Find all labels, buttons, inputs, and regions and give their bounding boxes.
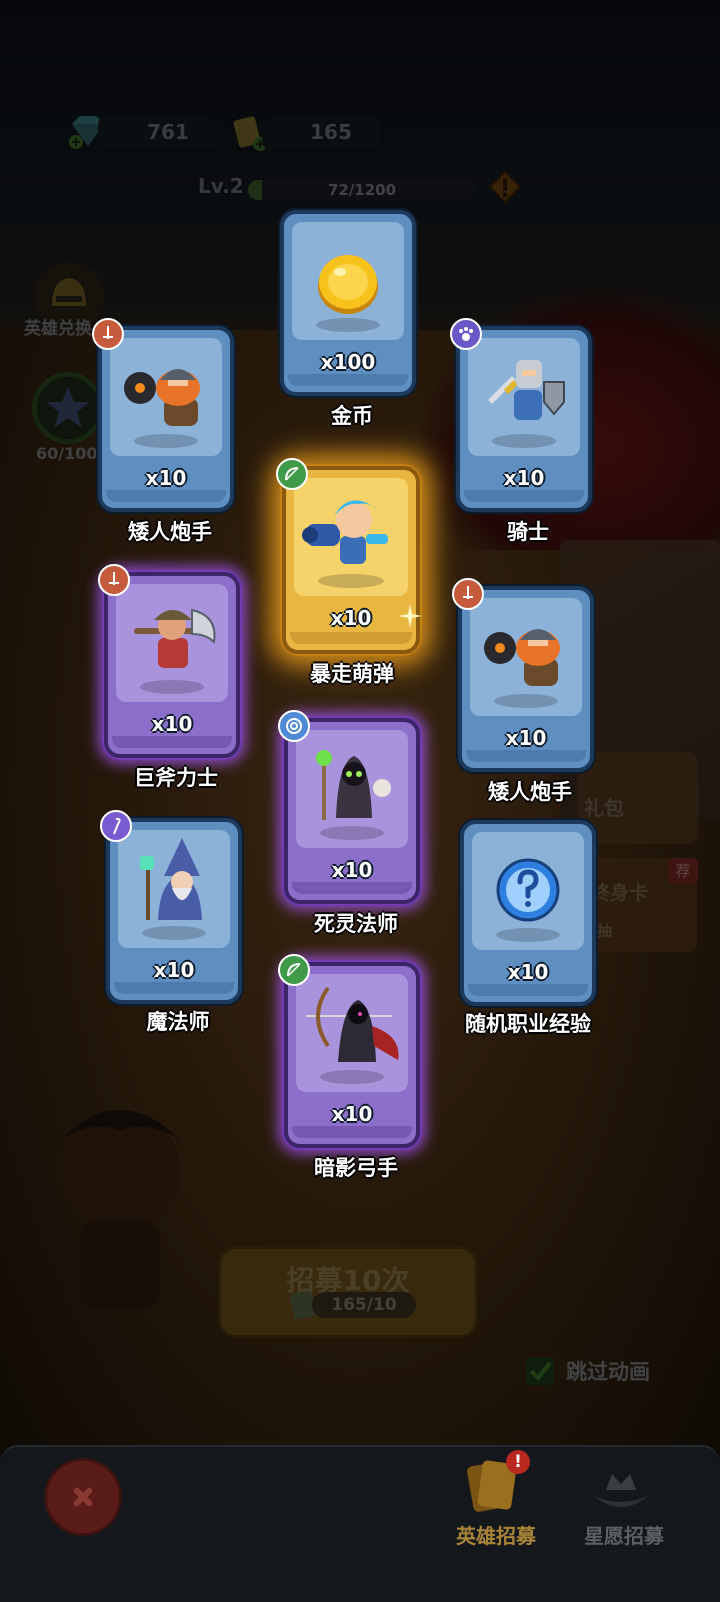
warrior-class-badge (452, 578, 484, 610)
notification-badge: ! (506, 1450, 530, 1474)
wizard-portrait (140, 838, 202, 920)
sword-icon (109, 572, 119, 585)
reward-card-gold-coin[interactable]: x100 (280, 210, 416, 396)
reward-card-axe-warrior[interactable]: x10 (98, 564, 240, 758)
warrior-class-badge (98, 564, 130, 596)
sparkle-icon (398, 604, 422, 628)
reward-quantity: x10 (503, 466, 545, 490)
reward-card-dwarf-gunner[interactable]: x10 (92, 318, 234, 512)
gold-coin-icon (318, 255, 378, 314)
reward-name: 金币 (331, 404, 373, 428)
cannon-girl-portrait (302, 500, 388, 564)
axe-warrior-portrait (134, 608, 216, 668)
reward-name: 暗影弓手 (314, 1156, 398, 1180)
tank-class-badge (450, 318, 482, 350)
support-class-badge (100, 810, 132, 842)
sword-icon (463, 586, 473, 599)
mage-class-badge (278, 710, 310, 742)
necromancer-portrait (316, 750, 391, 820)
bow-icon (287, 963, 301, 977)
reward-card-knight[interactable]: x10 (450, 318, 592, 512)
shadow-archer-portrait (306, 986, 399, 1062)
crown-wings-icon (594, 1474, 648, 1507)
reward-card-necromancer[interactable]: x10 (278, 710, 420, 904)
reward-card-random-xp[interactable]: x10 (460, 820, 596, 1006)
reward-quantity: x10 (330, 606, 372, 630)
archer-class-badge (276, 458, 308, 490)
dwarf-gunner-portrait (484, 629, 560, 686)
archer-class-badge (278, 954, 310, 986)
reward-name: 矮人炮手 (128, 520, 212, 544)
reward-quantity: x100 (320, 350, 376, 374)
reward-card-dwarf-gunner[interactable]: x10 (452, 578, 594, 772)
dwarf-gunner-portrait (124, 369, 200, 426)
nav-wish-recruit-label: 星愿招募 (584, 1524, 664, 1548)
reward-quantity: x10 (153, 958, 195, 982)
reward-quantity: x10 (507, 960, 549, 984)
swirl-icon (286, 718, 302, 734)
reward-name: 暴走萌弹 (310, 662, 394, 686)
reward-name: 死灵法师 (314, 912, 398, 936)
sword-icon (103, 326, 113, 339)
bow-icon (285, 467, 299, 481)
reward-name: 矮人炮手 (488, 780, 572, 804)
staff-icon (113, 817, 121, 835)
reward-quantity: x10 (145, 466, 187, 490)
reward-quantity: x10 (331, 1102, 373, 1126)
reward-quantity: x10 (151, 712, 193, 736)
reward-card-wizard[interactable]: x10 (100, 810, 242, 1004)
reward-name: 巨斧力士 (134, 766, 218, 790)
warrior-class-badge (92, 318, 124, 350)
paw-icon (459, 327, 473, 341)
nav-hero-recruit-label: 英雄招募 (456, 1524, 536, 1548)
reward-name: 随机职业经验 (465, 1012, 591, 1036)
question-orb-icon (496, 858, 560, 922)
reward-quantity: x10 (331, 858, 373, 882)
reward-card-shadow-archer[interactable]: x10 (278, 954, 420, 1148)
reward-name: 魔法师 (146, 1010, 210, 1034)
reward-name: 骑士 (507, 520, 549, 544)
knight-portrait (488, 360, 565, 420)
close-button[interactable] (44, 1458, 122, 1536)
reward-quantity: x10 (505, 726, 547, 750)
close-icon (73, 1487, 93, 1507)
